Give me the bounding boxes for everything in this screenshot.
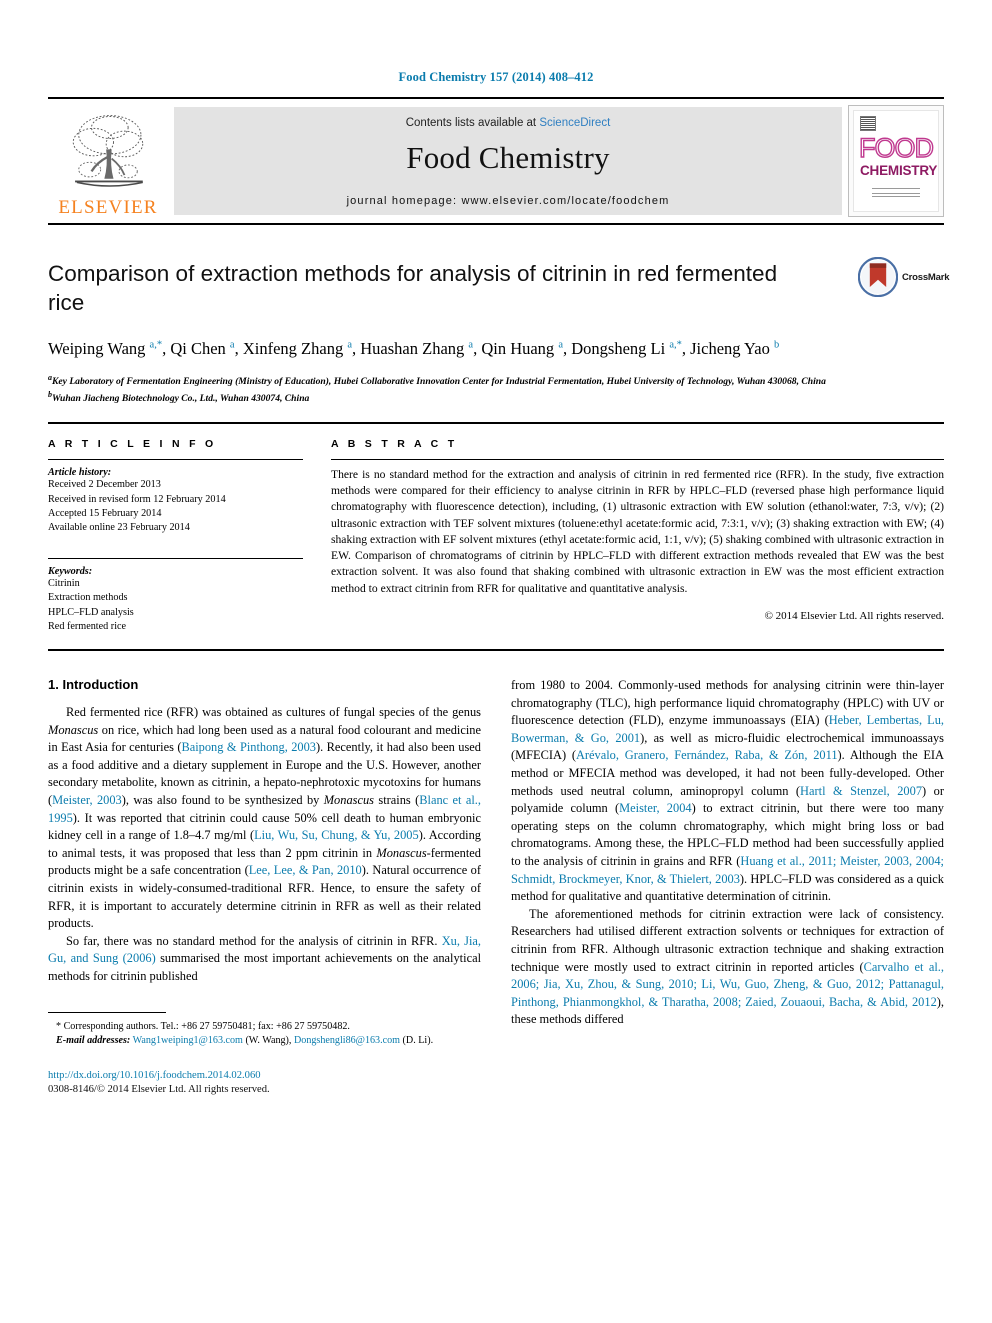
journal-homepage[interactable]: journal homepage: www.elsevier.com/locat… xyxy=(347,195,670,207)
intro-paragraph-2: So far, there was no standard method for… xyxy=(48,933,482,984)
journal-title: Food Chemistry xyxy=(406,140,610,175)
abstract-copyright: © 2014 Elsevier Ltd. All rights reserved… xyxy=(764,609,944,622)
abstract-rule xyxy=(331,459,944,461)
history-item: Received in revised form 12 February 201… xyxy=(48,493,226,505)
cover-title-chemistry: CHEMISTRY xyxy=(860,163,938,178)
crossmark-label: CrossMark xyxy=(902,271,950,283)
email-addresses-label: E-mail addresses: xyxy=(56,1035,131,1047)
history-item: Received 2 December 2013 xyxy=(48,479,161,491)
crossmark-badge[interactable]: CrossMark xyxy=(858,255,950,299)
elsevier-tree-icon xyxy=(62,111,154,197)
abstract-column: A B S T R A C T There is no standard met… xyxy=(331,438,944,635)
keyword-item: Extraction methods xyxy=(48,592,128,604)
sciencedirect-link[interactable]: ScienceDirect xyxy=(539,117,610,129)
doi-block: http://dx.doi.org/10.1016/j.foodchem.201… xyxy=(48,1069,481,1098)
elsevier-logo: ELSEVIER xyxy=(48,99,168,223)
affiliation-list: aKey Laboratory of Fermentation Engineer… xyxy=(48,372,928,406)
keywords-rule xyxy=(48,557,303,559)
crossmark-icon xyxy=(858,257,898,297)
footnote-emails: E-mail addresses: Wang1weiping1@163.com … xyxy=(48,1034,481,1049)
abstract-heading: A B S T R A C T xyxy=(331,438,458,451)
article-body: 1. Introduction Red fermented rice (RFR)… xyxy=(48,677,944,1097)
abstract-text: There is no standard method for the extr… xyxy=(331,468,944,595)
author-list: Weiping Wang a,*, Qi Chen a, Xinfeng Zha… xyxy=(48,338,780,358)
footnote-corresponding: * Corresponding authors. Tel.: +86 27 59… xyxy=(56,1020,350,1032)
cover-fine-print xyxy=(872,193,920,199)
cover-barcode-icon xyxy=(860,116,876,131)
history-item: Available online 23 February 2014 xyxy=(48,522,190,534)
keyword-item: Red fermented rice xyxy=(48,621,127,633)
journal-article-page: Food Chemistry 157 (2014) 408–412 ELSEVI… xyxy=(0,0,992,1323)
cover-divider xyxy=(872,188,920,189)
history-item: Accepted 15 February 2014 xyxy=(48,507,162,519)
keyword-item: Citrinin xyxy=(48,577,80,589)
email-link-1[interactable]: Wang1weiping1@163.com xyxy=(133,1035,243,1046)
intro-paragraph-1: Red fermented rice (RFR) was obtained as… xyxy=(48,704,482,931)
affiliation-item: bWuhan Jiacheng Biotechnology Co., Ltd.,… xyxy=(48,390,310,405)
footnote-block: * Corresponding authors. Tel.: +86 27 59… xyxy=(48,1011,481,1098)
intro-paragraph-4: The aforementioned methods for citrinin … xyxy=(511,906,944,1027)
keyword-item: HPLC–FLD analysis xyxy=(48,606,134,618)
elsevier-wordmark: ELSEVIER xyxy=(58,197,158,218)
article-info-rule xyxy=(48,459,303,461)
contents-available-line: Contents lists available at ScienceDirec… xyxy=(406,117,611,129)
body-column-left: 1. Introduction Red fermented rice (RFR)… xyxy=(48,677,481,1097)
doi-link[interactable]: http://dx.doi.org/10.1016/j.foodchem.201… xyxy=(48,1069,481,1083)
cover-inner-frame: FOOD CHEMISTRY xyxy=(853,110,939,212)
page-title: Comparison of extraction methods for ana… xyxy=(48,261,778,316)
footnote-rule xyxy=(48,1011,166,1013)
article-info-column: A R T I C L E I N F O Article history: R… xyxy=(48,438,303,635)
issn-copyright-line: 0308-8146/© 2014 Elsevier Ltd. All right… xyxy=(48,1084,270,1095)
article-history-list: Received 2 December 2013 Received in rev… xyxy=(48,478,303,536)
body-column-right: from 1980 to 2004. Commonly-used methods… xyxy=(511,677,944,1097)
journal-masthead: ELSEVIER Contents lists available at Sci… xyxy=(48,97,944,225)
info-abstract-bottom-rule xyxy=(48,648,944,651)
article-history-label: Article history: xyxy=(48,467,112,479)
email-owner-2: (D. Li). xyxy=(402,1035,434,1047)
email-owner-1: (W. Wang), xyxy=(245,1035,292,1047)
article-info-heading: A R T I C L E I N F O xyxy=(48,438,217,451)
keywords-block: Keywords: Citrinin Extraction methods HP… xyxy=(48,557,303,635)
affiliation-item: aKey Laboratory of Fermentation Engineer… xyxy=(48,373,826,388)
keywords-label: Keywords: xyxy=(48,565,93,577)
cover-title-food: FOOD xyxy=(858,133,934,163)
email-link-2[interactable]: Dongshengli86@163.com xyxy=(294,1035,400,1046)
journal-cover-thumbnail: FOOD CHEMISTRY xyxy=(848,105,944,217)
info-abstract-region: A R T I C L E I N F O Article history: R… xyxy=(48,422,944,635)
intro-paragraph-3: from 1980 to 2004. Commonly-used methods… xyxy=(511,677,945,904)
contents-prefix: Contents lists available at xyxy=(405,117,540,129)
running-head: Food Chemistry 157 (2014) 408–412 xyxy=(398,70,594,84)
section-heading-introduction: 1. Introduction xyxy=(48,676,139,692)
title-block: CrossMark Comparison of extraction metho… xyxy=(48,257,950,406)
masthead-center-band: Contents lists available at ScienceDirec… xyxy=(174,107,842,215)
